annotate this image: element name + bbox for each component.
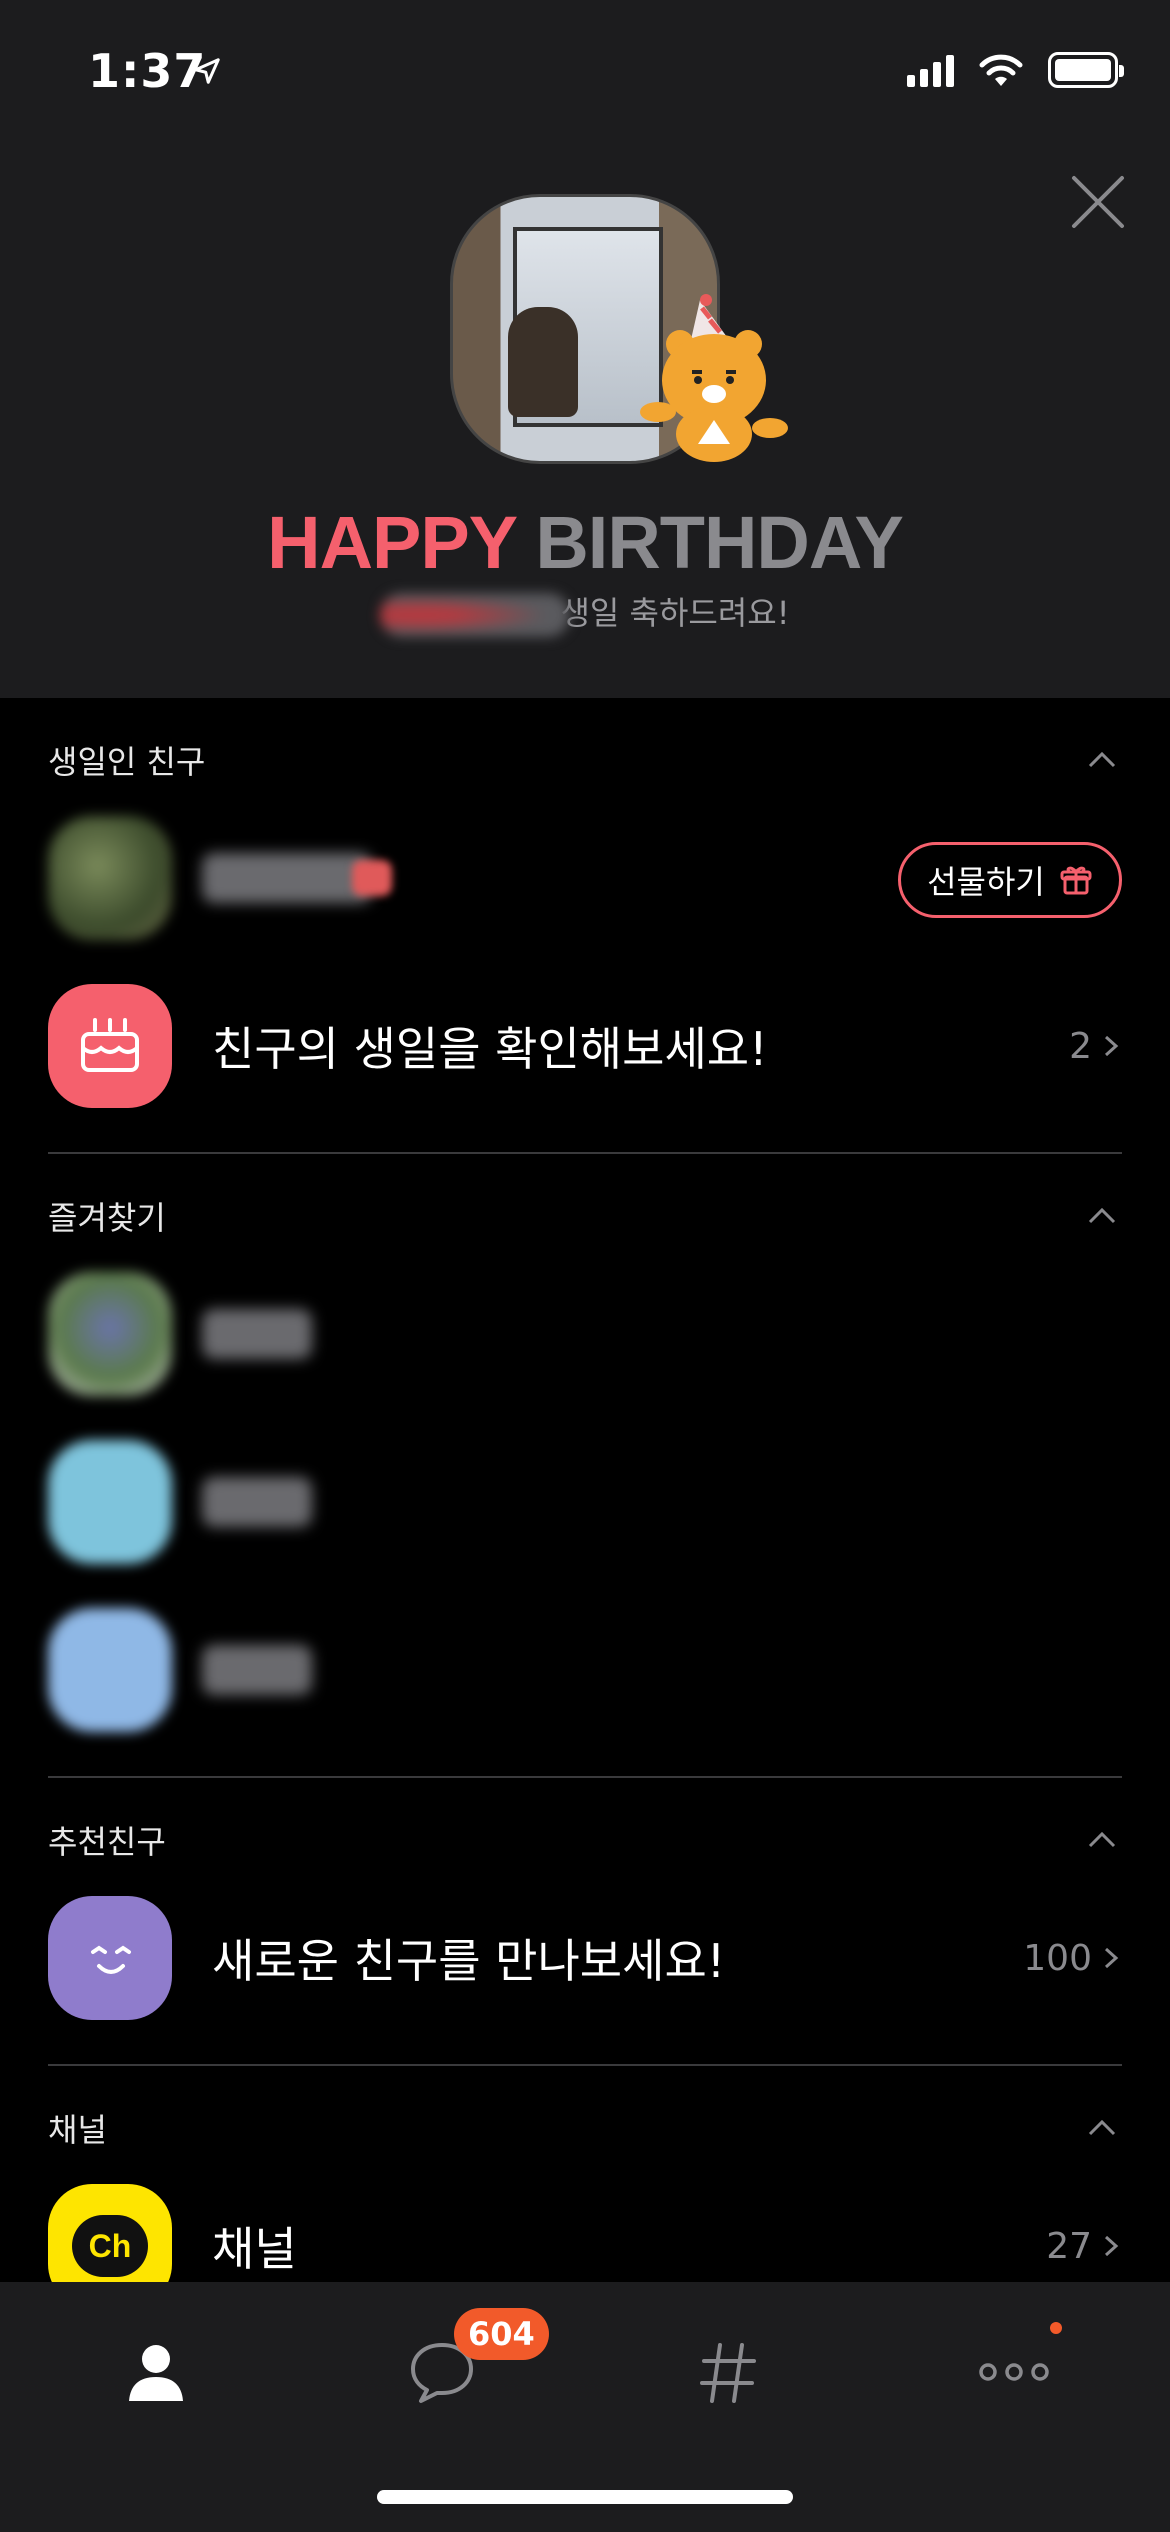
section-title: 즐겨찾기 [48,1199,166,1237]
tab-more[interactable] [954,2322,1074,2422]
favorite-avatar [48,1440,172,1564]
cake-icon [81,1018,139,1072]
favorite-row[interactable] [48,1440,1122,1564]
cake-avatar [48,984,172,1108]
check-birthdays-count: 2 [1069,1026,1122,1067]
recommended-label: 새로운 친구를 만나보세요! [212,1934,726,1988]
gift-button[interactable]: 선물하기 [898,842,1122,918]
section-header-channel: 채널 [48,2098,1122,2158]
recommended-friends-row[interactable]: 새로운 친구를 만나보세요! 100 [48,1896,1122,2020]
section-title: 추천친구 [48,1823,166,1861]
chevron-right-icon [1104,2235,1119,2257]
blurred-favorite-name [202,1477,312,1527]
favorite-avatar [48,1608,172,1732]
channel-logo-text: Ch [88,2227,132,2264]
smile-icon [91,1945,131,1974]
gift-icon [1060,866,1092,895]
birthday-subtitle: 생일 축하드려요! [0,588,1170,637]
status-time: 1:37 [88,44,207,98]
chevron-up-icon[interactable] [1082,1196,1122,1236]
channel-logo: Ch [72,2215,148,2277]
channel-label: 채널 [212,2222,297,2276]
birthday-hero-image [450,194,810,464]
title-birthday: BIRTHDAY [535,501,904,584]
home-indicator [377,2490,793,2504]
ryan-bear-sticker [640,294,788,462]
chevron-up-icon[interactable] [1082,740,1122,780]
check-birthdays-row[interactable]: 친구의 생일을 확인해보세요! 2 [48,984,1122,1108]
divider [48,1152,1122,1154]
happy-birthday-title: HAPPY BIRTHDAY [0,500,1170,585]
divider [48,2064,1122,2066]
channel-count: 27 [1046,2226,1122,2267]
section-title: 생일인 친구 [48,743,206,781]
gift-label: 선물하기 [927,863,1045,901]
section-title: 채널 [48,2111,107,2149]
check-birthdays-label: 친구의 생일을 확인해보세요! [212,1022,768,1076]
blurred-friend-name [202,853,372,903]
favorite-avatar [48,1272,172,1396]
close-icon[interactable] [1068,172,1128,232]
more-tab-icon [979,2363,1049,2381]
chevron-right-icon [1104,1947,1119,1969]
chevron-right-icon [1104,1035,1119,1057]
blurred-name [380,593,571,637]
status-icons [907,52,1124,88]
recommended-count: 100 [1023,1938,1122,1979]
section-header-birthday: 생일인 친구 [48,730,1122,790]
subtitle-text: 생일 축하드려요! [560,594,790,632]
location-arrow-icon [194,58,220,84]
battery-icon [1048,52,1124,88]
chevron-up-icon[interactable] [1082,1820,1122,1860]
tab-view[interactable] [668,2322,788,2422]
chevron-up-icon[interactable] [1082,2108,1122,2148]
section-header-recommended: 추천친구 [48,1810,1122,1870]
chat-unread-badge: 604 [454,2308,549,2360]
title-happy: HAPPY [267,501,517,584]
blurred-favorite-name [202,1645,312,1695]
person-tab-icon [129,2345,183,2401]
friend-avatar [48,816,172,940]
favorite-row[interactable] [48,1608,1122,1732]
blurred-favorite-name [202,1309,312,1359]
section-header-favorites: 즐겨찾기 [48,1186,1122,1246]
hashtag-tab-icon [700,2343,756,2403]
favorite-row[interactable] [48,1272,1122,1396]
wifi-icon [979,54,1023,86]
divider [48,1776,1122,1778]
birthday-banner: 1:37 HAPPY BIRTHDAY 생일 축하드려요! [0,0,1170,698]
tab-friends[interactable] [96,2322,216,2422]
more-notification-dot [1050,2322,1062,2334]
recommend-avatar [48,1896,172,2020]
signal-icon [907,53,954,87]
